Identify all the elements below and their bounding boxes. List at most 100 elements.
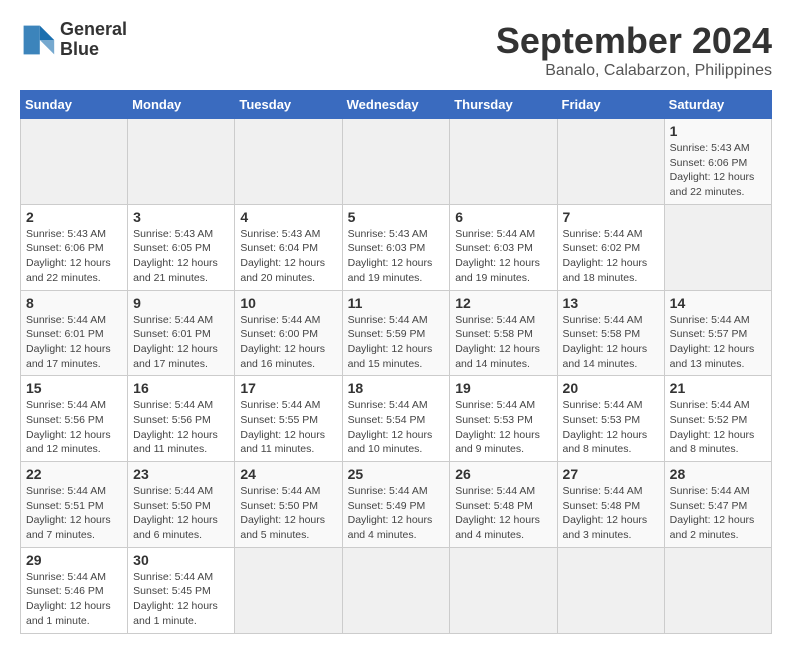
calendar-cell: 23Sunrise: 5:44 AM Sunset: 5:50 PM Dayli… [128, 462, 235, 548]
calendar-cell [664, 547, 771, 633]
day-number: 11 [348, 295, 445, 311]
column-header-sunday: Sunday [21, 91, 128, 119]
day-number: 4 [240, 209, 336, 225]
day-number: 26 [455, 466, 551, 482]
calendar-cell: 26 Sunrise: 5:44 AM Sunset: 5:48 PM Dayli… [450, 462, 557, 548]
day-number: 5 [348, 209, 445, 225]
calendar-week-row: 2 Sunrise: 5:43 AM Sunset: 6:06 PM Daylig… [21, 204, 772, 290]
day-number: 2 [26, 209, 122, 225]
day-info: Sunrise: 5:44 AM Sunset: 5:59 PM Dayligh… [348, 313, 445, 372]
calendar-cell [21, 119, 128, 205]
calendar-cell: 19 Sunrise: 5:44 AM Sunset: 5:53 PM Dayli… [450, 376, 557, 462]
day-number: 15 [26, 380, 122, 396]
day-info: Sunrise: 5:44 AM Sunset: 5:56 PM Dayligh… [133, 398, 229, 457]
calendar-cell: 6 Sunrise: 5:44 AM Sunset: 6:03 PM Daylig… [450, 204, 557, 290]
column-header-thursday: Thursday [450, 91, 557, 119]
day-info: Sunrise: 5:44 AM Sunset: 5:51 PM Dayligh… [26, 484, 122, 543]
day-info: Sunrise: 5:44 AM Sunset: 6:02 PM Dayligh… [563, 227, 659, 286]
day-info: Sunrise: 5:44 AM Sunset: 5:55 PM Dayligh… [240, 398, 336, 457]
calendar-header-row: SundayMondayTuesdayWednesdayThursdayFrid… [21, 91, 772, 119]
calendar-cell: 30Sunrise: 5:44 AM Sunset: 5:45 PM Dayli… [128, 547, 235, 633]
calendar-cell: 24 Sunrise: 5:44 AM Sunset: 5:50 PM Dayli… [235, 462, 342, 548]
day-number: 7 [563, 209, 659, 225]
day-info: Sunrise: 5:43 AM Sunset: 6:06 PM Dayligh… [26, 227, 122, 286]
calendar-cell: 25 Sunrise: 5:44 AM Sunset: 5:49 PM Dayli… [342, 462, 450, 548]
day-info: Sunrise: 5:44 AM Sunset: 5:58 PM Dayligh… [455, 313, 551, 372]
day-number: 22 [26, 466, 122, 482]
day-number: 10 [240, 295, 336, 311]
day-info: Sunrise: 5:43 AM Sunset: 6:06 PM Dayligh… [670, 141, 766, 200]
calendar-cell: 5 Sunrise: 5:43 AM Sunset: 6:03 PM Daylig… [342, 204, 450, 290]
day-info: Sunrise: 5:44 AM Sunset: 6:00 PM Dayligh… [240, 313, 336, 372]
calendar-cell: 16Sunrise: 5:44 AM Sunset: 5:56 PM Dayli… [128, 376, 235, 462]
calendar-cell: 7 Sunrise: 5:44 AM Sunset: 6:02 PM Daylig… [557, 204, 664, 290]
day-info: Sunrise: 5:44 AM Sunset: 5:52 PM Dayligh… [670, 398, 766, 457]
day-number: 30 [133, 552, 229, 568]
calendar-cell: 8 Sunrise: 5:44 AM Sunset: 6:01 PM Daylig… [21, 290, 128, 376]
calendar-cell [235, 547, 342, 633]
calendar-cell [128, 119, 235, 205]
column-header-wednesday: Wednesday [342, 91, 450, 119]
calendar-cell: 29Sunrise: 5:44 AM Sunset: 5:46 PM Dayli… [21, 547, 128, 633]
day-info: Sunrise: 5:44 AM Sunset: 5:49 PM Dayligh… [348, 484, 445, 543]
day-info: Sunrise: 5:44 AM Sunset: 5:48 PM Dayligh… [563, 484, 659, 543]
calendar-cell: 11 Sunrise: 5:44 AM Sunset: 5:59 PM Dayli… [342, 290, 450, 376]
day-info: Sunrise: 5:44 AM Sunset: 5:56 PM Dayligh… [26, 398, 122, 457]
calendar-cell: 14 Sunrise: 5:44 AM Sunset: 5:57 PM Dayli… [664, 290, 771, 376]
calendar-week-row: 22 Sunrise: 5:44 AM Sunset: 5:51 PM Dayli… [21, 462, 772, 548]
day-number: 28 [670, 466, 766, 482]
calendar-cell: 15 Sunrise: 5:44 AM Sunset: 5:56 PM Dayli… [21, 376, 128, 462]
day-number: 19 [455, 380, 551, 396]
calendar-week-row: 15 Sunrise: 5:44 AM Sunset: 5:56 PM Dayli… [21, 376, 772, 462]
day-number: 18 [348, 380, 445, 396]
day-number: 3 [133, 209, 229, 225]
calendar-cell: 2 Sunrise: 5:43 AM Sunset: 6:06 PM Daylig… [21, 204, 128, 290]
title-area: September 2024 Banalo, Calabarzon, Phili… [496, 20, 772, 80]
column-header-tuesday: Tuesday [235, 91, 342, 119]
calendar-cell: 27Sunrise: 5:44 AM Sunset: 5:48 PM Dayli… [557, 462, 664, 548]
day-info: Sunrise: 5:44 AM Sunset: 5:53 PM Dayligh… [563, 398, 659, 457]
calendar-cell [235, 119, 342, 205]
day-number: 21 [670, 380, 766, 396]
day-info: Sunrise: 5:44 AM Sunset: 5:58 PM Dayligh… [563, 313, 659, 372]
calendar-cell: 1 Sunrise: 5:43 AM Sunset: 6:06 PM Daylig… [664, 119, 771, 205]
day-info: Sunrise: 5:43 AM Sunset: 6:03 PM Dayligh… [348, 227, 445, 286]
calendar-cell [557, 119, 664, 205]
calendar-week-row: 29Sunrise: 5:44 AM Sunset: 5:46 PM Dayli… [21, 547, 772, 633]
day-number: 23 [133, 466, 229, 482]
day-info: Sunrise: 5:44 AM Sunset: 5:48 PM Dayligh… [455, 484, 551, 543]
day-info: Sunrise: 5:44 AM Sunset: 5:50 PM Dayligh… [240, 484, 336, 543]
calendar-table: SundayMondayTuesdayWednesdayThursdayFrid… [20, 90, 772, 634]
day-number: 24 [240, 466, 336, 482]
column-header-monday: Monday [128, 91, 235, 119]
day-info: Sunrise: 5:44 AM Sunset: 5:57 PM Dayligh… [670, 313, 766, 372]
day-number: 13 [563, 295, 659, 311]
logo: General Blue [20, 20, 127, 60]
calendar-cell [450, 119, 557, 205]
day-number: 17 [240, 380, 336, 396]
day-number: 6 [455, 209, 551, 225]
calendar-cell: 20Sunrise: 5:44 AM Sunset: 5:53 PM Dayli… [557, 376, 664, 462]
calendar-cell: 28Sunrise: 5:44 AM Sunset: 5:47 PM Dayli… [664, 462, 771, 548]
day-info: Sunrise: 5:43 AM Sunset: 6:05 PM Dayligh… [133, 227, 229, 286]
day-info: Sunrise: 5:44 AM Sunset: 6:01 PM Dayligh… [133, 313, 229, 372]
calendar-cell [342, 547, 450, 633]
day-number: 8 [26, 295, 122, 311]
calendar-cell: 10 Sunrise: 5:44 AM Sunset: 6:00 PM Dayli… [235, 290, 342, 376]
calendar-cell: 3 Sunrise: 5:43 AM Sunset: 6:05 PM Daylig… [128, 204, 235, 290]
calendar-cell [450, 547, 557, 633]
day-info: Sunrise: 5:44 AM Sunset: 5:46 PM Dayligh… [26, 570, 122, 629]
calendar-cell: 21 Sunrise: 5:44 AM Sunset: 5:52 PM Dayli… [664, 376, 771, 462]
day-number: 14 [670, 295, 766, 311]
column-header-friday: Friday [557, 91, 664, 119]
calendar-week-row: 8 Sunrise: 5:44 AM Sunset: 6:01 PM Daylig… [21, 290, 772, 376]
day-info: Sunrise: 5:44 AM Sunset: 5:53 PM Dayligh… [455, 398, 551, 457]
column-header-saturday: Saturday [664, 91, 771, 119]
day-number: 25 [348, 466, 445, 482]
day-info: Sunrise: 5:44 AM Sunset: 6:03 PM Dayligh… [455, 227, 551, 286]
calendar-cell: 13 Sunrise: 5:44 AM Sunset: 5:58 PM Dayli… [557, 290, 664, 376]
day-number: 1 [670, 123, 766, 139]
calendar-cell: 17 Sunrise: 5:44 AM Sunset: 5:55 PM Dayli… [235, 376, 342, 462]
day-info: Sunrise: 5:44 AM Sunset: 6:01 PM Dayligh… [26, 313, 122, 372]
calendar-week-row: 1 Sunrise: 5:43 AM Sunset: 6:06 PM Daylig… [21, 119, 772, 205]
